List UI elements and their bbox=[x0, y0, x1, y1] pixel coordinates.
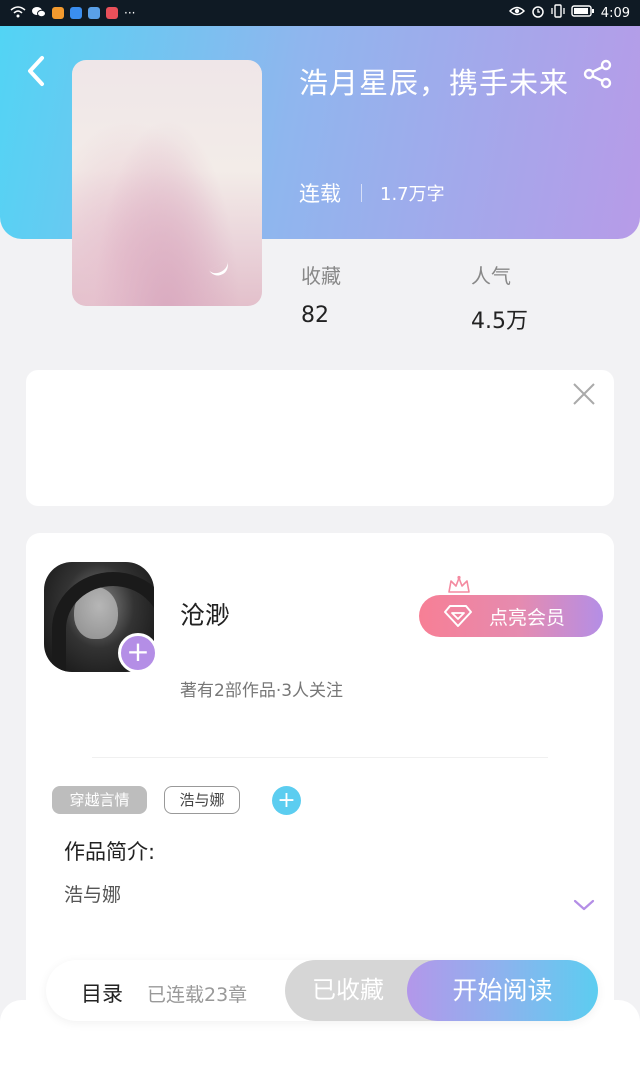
more-dots-icon: ··· bbox=[124, 6, 136, 20]
chevron-left-icon bbox=[28, 56, 44, 86]
popularity-stat: 人气 4.5万 bbox=[471, 260, 528, 335]
cover-boat-illustration bbox=[208, 261, 232, 279]
app-orange-icon bbox=[52, 7, 64, 19]
intro-text: 浩与娜 bbox=[64, 884, 122, 906]
status-time: 4:09 bbox=[600, 5, 630, 21]
add-tag-button[interactable]: + bbox=[272, 786, 301, 815]
back-button[interactable] bbox=[24, 54, 50, 88]
popularity-value: 4.5万 bbox=[471, 309, 528, 334]
diamond-icon bbox=[444, 605, 472, 627]
vibrate-icon bbox=[551, 4, 565, 22]
favorites-label: 收藏 bbox=[301, 264, 341, 288]
share-icon bbox=[583, 59, 612, 89]
alarm-icon bbox=[531, 4, 545, 22]
word-count: 1.7万字 bbox=[380, 184, 445, 205]
book-title: 浩月星辰，携手未来 bbox=[299, 66, 570, 100]
chapter-count[interactable]: 已连载23章 bbox=[147, 980, 247, 1007]
close-banner-button[interactable] bbox=[570, 380, 598, 408]
status-bar-right: 4:09 bbox=[508, 4, 630, 22]
author-name[interactable]: 沧渺 bbox=[180, 596, 230, 632]
app-red-icon bbox=[106, 7, 118, 19]
serial-status: 连载 bbox=[299, 182, 341, 206]
book-cover[interactable] bbox=[72, 60, 262, 306]
vip-member-button[interactable]: 点亮会员 bbox=[419, 595, 603, 637]
app-blue-icon bbox=[70, 7, 82, 19]
table-of-contents-button[interactable]: 目录 bbox=[81, 978, 123, 1008]
follow-author-button[interactable]: + bbox=[118, 633, 158, 673]
favorites-stat: 收藏 82 bbox=[301, 260, 341, 328]
chevron-down-icon bbox=[573, 899, 595, 911]
wifi-icon bbox=[10, 5, 26, 21]
custom-tag[interactable]: 浩与娜 bbox=[164, 786, 240, 814]
banner-card bbox=[26, 370, 614, 506]
expand-intro-button[interactable] bbox=[572, 895, 596, 915]
crown-icon bbox=[447, 575, 471, 595]
eye-icon bbox=[508, 5, 525, 21]
close-icon bbox=[573, 383, 595, 405]
status-bar-left: ··· bbox=[10, 5, 136, 21]
app-puzzle-icon bbox=[88, 7, 100, 19]
share-button[interactable] bbox=[582, 58, 614, 90]
start-reading-button[interactable]: 开始阅读 bbox=[407, 960, 598, 1021]
battery-icon bbox=[571, 5, 595, 21]
author-stats: 著有2部作品·3人关注 bbox=[180, 681, 344, 701]
meta-divider bbox=[361, 184, 362, 202]
status-bar: ··· 4:09 bbox=[0, 0, 640, 26]
intro-heading: 作品简介: bbox=[64, 840, 156, 864]
genre-tag[interactable]: 穿越言情 bbox=[52, 786, 147, 814]
book-meta: 连载 1.7万字 bbox=[299, 178, 445, 208]
wechat-icon bbox=[32, 6, 46, 21]
vip-member-label: 点亮会员 bbox=[489, 606, 566, 629]
popularity-label: 人气 bbox=[471, 264, 511, 288]
favorites-value: 82 bbox=[301, 303, 329, 328]
divider bbox=[92, 757, 548, 758]
